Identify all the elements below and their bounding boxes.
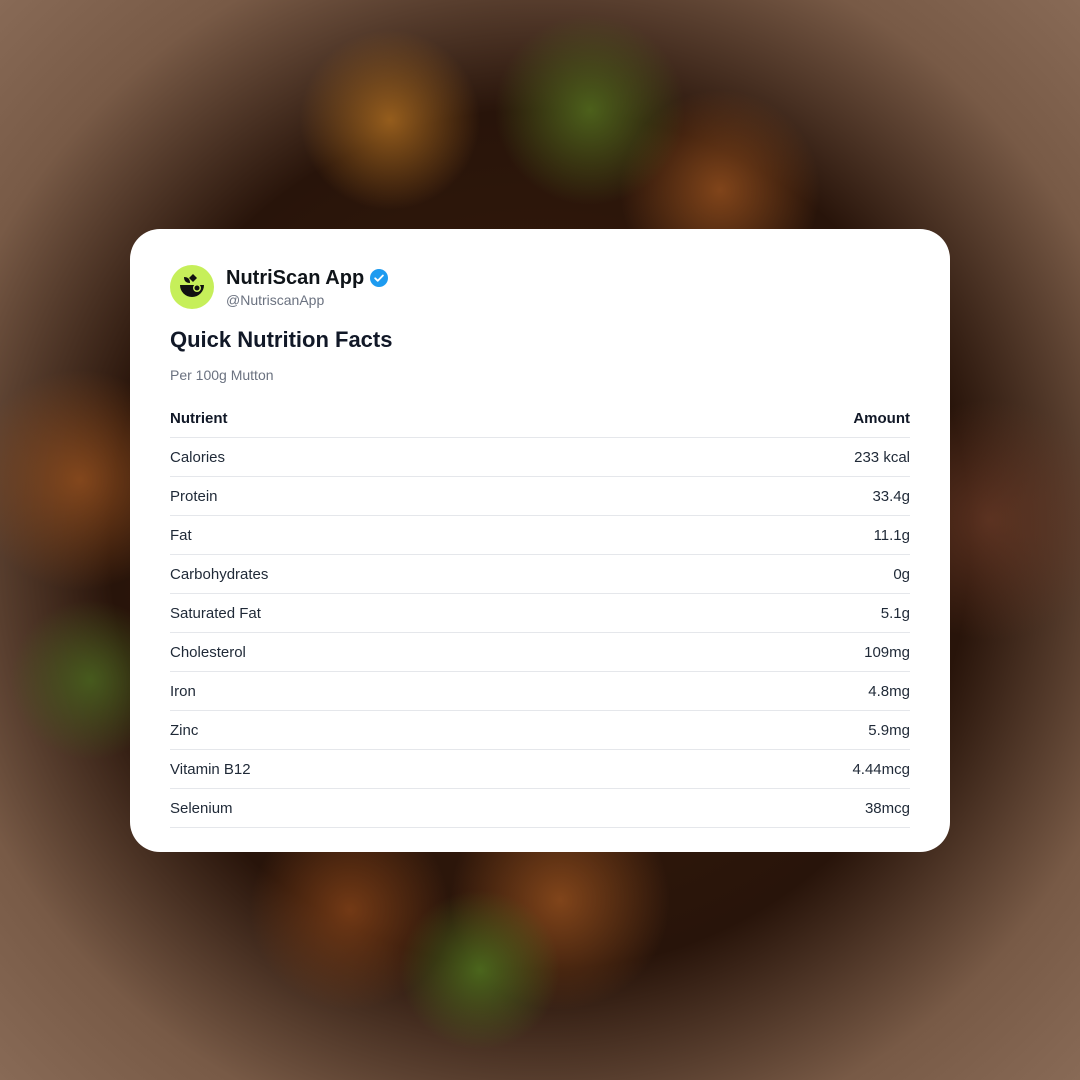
nutrition-card: NutriScan App @NutriscanApp Quick Nutrit… [130,229,950,852]
nutrient-amount: 4.44mcg [852,760,910,778]
verified-badge-icon [370,268,389,287]
nutrient-name: Cholesterol [170,643,246,661]
nutrient-amount: 109mg [864,643,910,661]
table-row: Iron 4.8mg [170,672,910,711]
avatar[interactable] [170,265,214,309]
table-row: Saturated Fat 5.1g [170,594,910,633]
table-row: Calories 233 kcal [170,438,910,477]
profile-handle[interactable]: @NutriscanApp [226,291,388,309]
nutrient-amount: 5.1g [880,604,910,622]
nutrient-name: Selenium [170,799,233,817]
table-header-row: Nutrient Amount [170,399,910,438]
nutrient-name: Carbohydrates [170,565,269,583]
nutrient-amount: 33.4g [872,487,910,505]
nutrient-amount: 11.1g [873,526,910,544]
nutrient-amount: 0g [893,565,910,583]
nutrient-name: Zinc [170,721,199,739]
column-header-amount: Amount [853,409,910,427]
table-row: Fat 11.1g [170,516,910,555]
name-row: NutriScan App [226,266,389,290]
column-header-nutrient: Nutrient [170,409,228,427]
nutrient-name: Calories [170,448,226,466]
table-row: Zinc 5.9mg [170,711,910,750]
nutrient-amount: 38mcg [864,799,910,817]
card-subtitle: Per 100g Mutton [170,367,274,383]
table-row: Cholesterol 109mg [170,633,910,672]
app-name[interactable]: NutriScan App [226,266,364,290]
nutrient-name: Fat [170,526,192,544]
nutrient-amount: 5.9mg [868,721,910,739]
nutrient-name: Protein [170,487,218,505]
nutrient-amount: 4.8mg [868,682,910,700]
table-row: Selenium 38mcg [170,789,910,828]
table-row: Protein 33.4g [170,477,910,516]
table-row: Carbohydrates 0g [170,555,910,594]
nutrient-amount: 233 kcal [854,448,910,466]
nutrient-name: Saturated Fat [170,604,261,622]
nutrient-name: Vitamin B12 [170,760,251,778]
profile-identity: NutriScan App @NutriscanApp [226,266,389,309]
leaf-bowl-icon [180,274,204,297]
card-title: Quick Nutrition Facts [170,327,393,352]
nutrient-name: Iron [170,682,196,700]
table-row: Vitamin B12 4.44mcg [170,750,910,789]
profile-header: NutriScan App @NutriscanApp [170,265,910,309]
nutrition-table: Nutrient Amount Calories 233 kcal Protei… [170,399,910,828]
